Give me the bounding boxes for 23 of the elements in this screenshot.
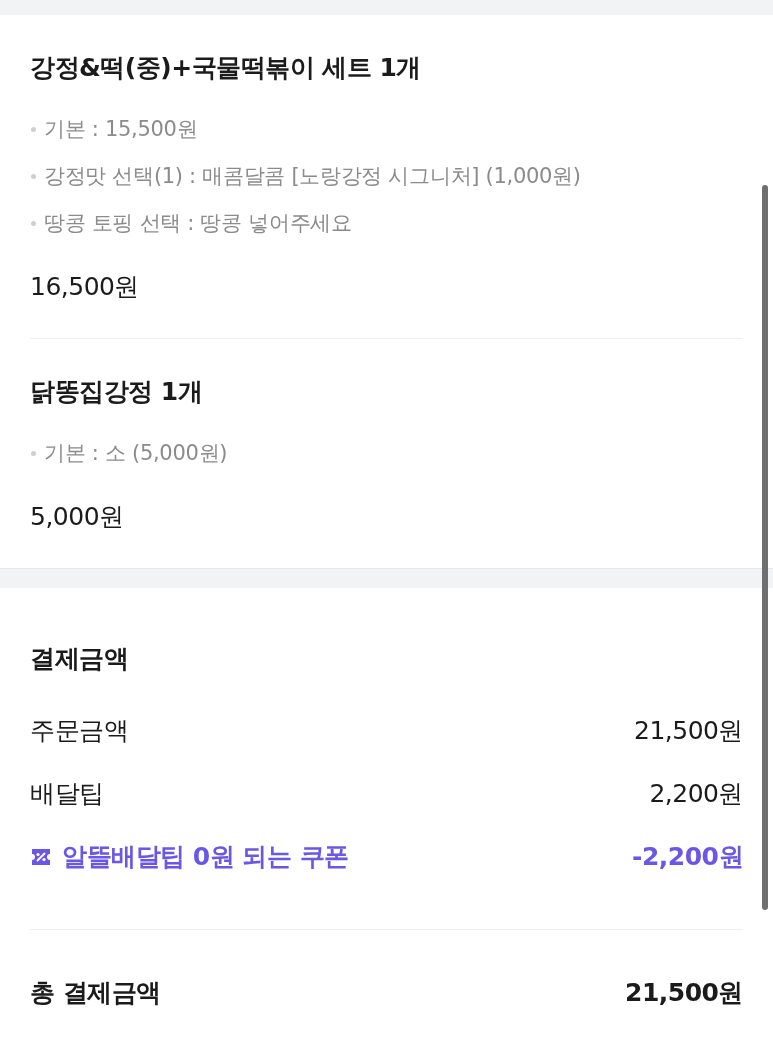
bullet-icon	[31, 173, 36, 179]
item-name: 강정&떡(중)+국물떡볶이 세트 1개	[30, 52, 421, 84]
discount-amount: -2,200원	[632, 841, 743, 873]
item-option: 땅콩 토핑 선택 : 땅콩 넣어주세요	[44, 207, 352, 239]
coupon-label: 알뜰배달팁 0원 되는 쿠폰	[62, 841, 349, 873]
bullet-icon	[31, 220, 36, 226]
total-amount: 21,500원	[625, 977, 743, 1009]
scrollbar-thumb[interactable]	[762, 185, 768, 910]
payment-amount: 21,500원	[634, 715, 743, 747]
item-price: 16,500원	[30, 271, 139, 303]
payment-amount: 2,200원	[649, 778, 743, 810]
payment-label: 주문금액	[30, 715, 128, 747]
item-option: 기본 : 15,500원	[44, 113, 198, 145]
payment-title: 결제금액	[30, 643, 128, 675]
item-option: 강정맛 선택(1) : 매콤달콤 [노랑강정 시그니처] (1,000원)	[44, 160, 581, 192]
bullet-icon	[31, 126, 36, 132]
payment-label: 배달팁	[30, 778, 104, 810]
item-option: 기본 : 소 (5,000원)	[44, 437, 228, 469]
total-label: 총 결제금액	[30, 977, 161, 1009]
item-name: 닭똥집강정 1개	[30, 376, 203, 408]
coupon-icon	[30, 847, 52, 867]
bullet-icon	[31, 450, 36, 456]
item-price: 5,000원	[30, 501, 124, 533]
